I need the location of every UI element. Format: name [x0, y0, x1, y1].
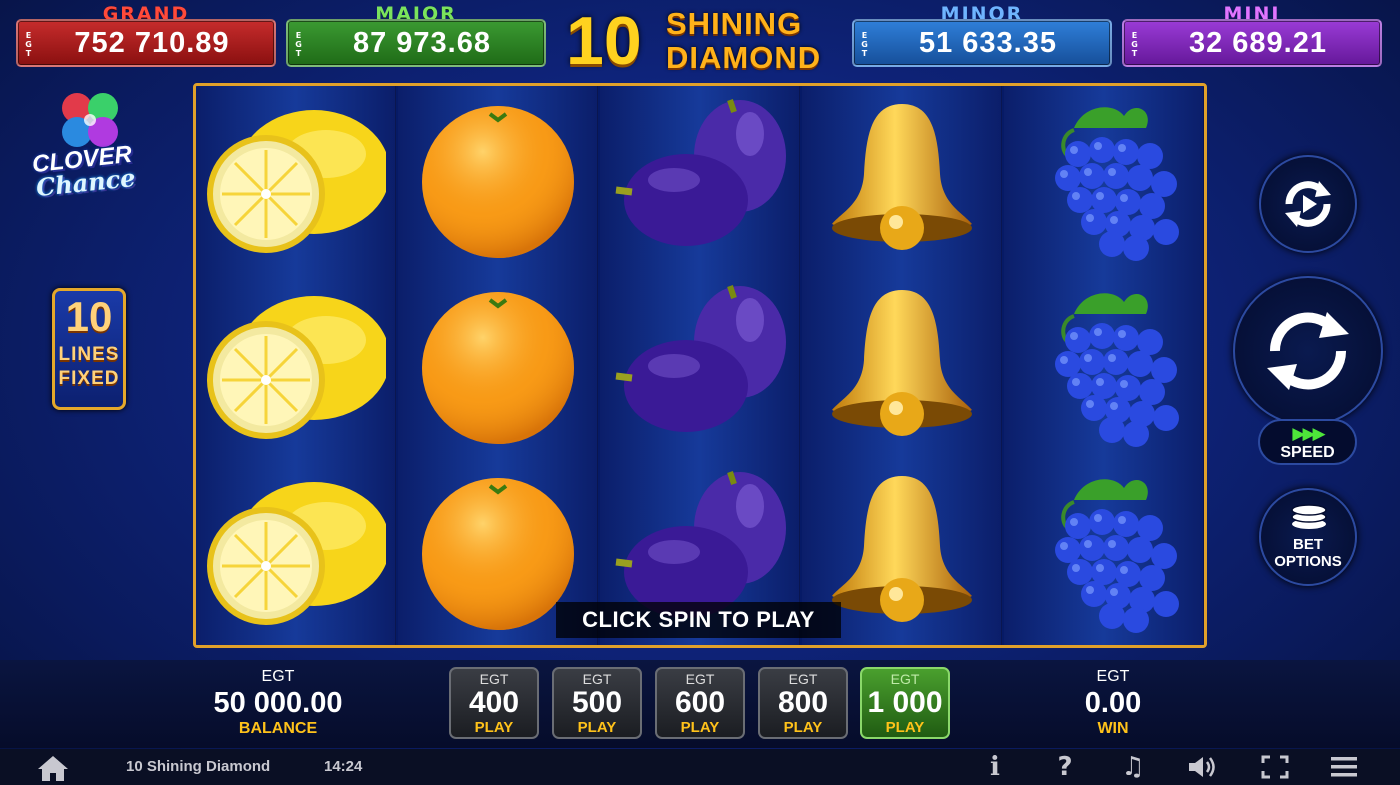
- autoplay-icon: [1285, 181, 1331, 227]
- jackpot-grand: GRAND EGT 752 710.89: [16, 4, 276, 67]
- balance-label: BALANCE: [238, 720, 318, 737]
- bet-600-button[interactable]: EGT 600 PLAY: [655, 667, 745, 739]
- balance-value: 50 000.00: [213, 687, 343, 719]
- jackpot-currency: EGT: [1127, 23, 1139, 65]
- bet-play-label: PLAY: [474, 719, 514, 736]
- win-currency: EGT: [1096, 668, 1130, 685]
- bet-1000-button[interactable]: EGT 1 000 PLAY: [860, 667, 950, 739]
- bet-options-button[interactable]: BET OPTIONS: [1259, 488, 1357, 586]
- clock: 14:24: [324, 758, 363, 775]
- jackpot-value: 752 710.89: [74, 27, 230, 59]
- volume-icon[interactable]: [1186, 753, 1218, 781]
- reel-area[interactable]: [193, 83, 1207, 648]
- bet-label: BET: [1293, 536, 1323, 553]
- bet-value: 800: [777, 686, 829, 719]
- currency-text: EGT: [24, 30, 33, 58]
- lemon-symbol: [196, 272, 396, 458]
- win-display: EGT 0.00 WIN: [1063, 668, 1163, 738]
- fullscreen-icon[interactable]: [1259, 753, 1291, 781]
- lines-count: 10: [65, 293, 113, 340]
- bet-value: 400: [468, 686, 520, 719]
- click-spin-banner: CLICK SPIN TO PLAY: [556, 602, 841, 638]
- game-logo: 10 SHINING DIAMOND: [566, 4, 834, 78]
- lemon-symbol: [196, 458, 396, 644]
- spin-button[interactable]: [1233, 276, 1383, 426]
- help-icon[interactable]: ?: [1049, 753, 1081, 781]
- reel-1: [196, 86, 396, 645]
- speed-label: SPEED: [1280, 444, 1335, 461]
- bell-symbol: [802, 272, 1002, 458]
- jackpot-value: 87 973.68: [352, 27, 491, 59]
- reel-3: [600, 86, 800, 645]
- jackpot-box: EGT 32 689.21: [1122, 19, 1382, 67]
- grapes-symbol: [1004, 86, 1204, 272]
- music-icon[interactable]: ♫: [1117, 753, 1149, 781]
- grapes-symbol: [1004, 272, 1204, 458]
- jackpot-value: 51 633.35: [918, 27, 1057, 59]
- bet-value: 1 000: [867, 686, 943, 719]
- status-bar: 10 Shining Diamond 14:24 i ? ♫: [0, 749, 1400, 785]
- bet-play-label: PLAY: [783, 719, 823, 736]
- bet-options-label: BET OPTIONS: [1261, 536, 1355, 570]
- jackpot-mini: MINI EGT 32 689.21: [1122, 4, 1382, 67]
- logo-word-1: SHINING: [666, 6, 803, 41]
- info-icon[interactable]: i: [979, 753, 1011, 781]
- orange-symbol: [398, 86, 598, 272]
- bet-500-button[interactable]: EGT 500 PLAY: [552, 667, 642, 739]
- reel-2: [398, 86, 598, 645]
- win-value: 0.00: [1084, 687, 1142, 719]
- currency-text: EGT: [294, 30, 303, 58]
- currency-text: EGT: [860, 30, 869, 58]
- reel-5: [1004, 86, 1204, 645]
- bet-value: 500: [571, 686, 623, 719]
- lines-fixed-badge: 10 LINES FIXED: [52, 288, 126, 410]
- jackpot-bar: GRAND EGT 752 710.89 MAJOR EGT 87 973.68…: [0, 0, 1400, 80]
- orange-symbol: [398, 272, 598, 458]
- lemon-symbol: [196, 86, 396, 272]
- jackpot-currency: EGT: [21, 23, 33, 65]
- jackpot-minor: MINOR EGT 51 633.35: [852, 4, 1112, 67]
- autoplay-button[interactable]: [1259, 155, 1357, 253]
- spin-icon: [1267, 312, 1349, 390]
- currency-text: EGT: [1130, 30, 1139, 58]
- balance-display: EGT 50 000.00 BALANCE: [198, 668, 358, 738]
- logo-word-2: DIAMOND: [666, 40, 822, 75]
- bet-value: 600: [674, 686, 726, 719]
- bet-play-label: PLAY: [577, 719, 617, 736]
- jackpot-box: EGT 51 633.35: [852, 19, 1112, 67]
- bet-800-button[interactable]: EGT 800 PLAY: [758, 667, 848, 739]
- game-name: 10 Shining Diamond: [126, 758, 271, 775]
- grapes-symbol: [1004, 458, 1204, 644]
- jackpot-currency: EGT: [291, 23, 303, 65]
- jackpot-currency: EGT: [857, 23, 869, 65]
- bell-symbol: [802, 86, 1002, 272]
- home-icon[interactable]: [36, 754, 70, 782]
- menu-icon[interactable]: [1328, 753, 1360, 781]
- clover-chance-logo: CLOVER Chance: [30, 90, 148, 202]
- jackpot-box: EGT 87 973.68: [286, 19, 546, 67]
- win-label: WIN: [1097, 720, 1129, 737]
- bet-play-label: PLAY: [680, 719, 720, 736]
- speed-arrows-icon: ▶▶▶: [1292, 424, 1325, 444]
- logo-number: 10: [566, 3, 642, 79]
- speed-button[interactable]: ▶▶▶ SPEED: [1258, 419, 1357, 465]
- fixed-label: FIXED: [58, 368, 120, 389]
- reel-4: [802, 86, 1002, 645]
- jackpot-box: EGT 752 710.89: [16, 19, 276, 67]
- options-label: OPTIONS: [1274, 553, 1342, 570]
- bet-400-button[interactable]: EGT 400 PLAY: [449, 667, 539, 739]
- plum-symbol: [600, 86, 800, 272]
- bet-play-label: PLAY: [885, 719, 925, 736]
- lines-label: LINES: [58, 344, 120, 365]
- plum-symbol: [600, 272, 800, 458]
- jackpot-value: 32 689.21: [1188, 27, 1327, 59]
- coins-icon: [1291, 504, 1327, 529]
- jackpot-major: MAJOR EGT 87 973.68: [286, 4, 546, 67]
- balance-currency: EGT: [261, 668, 295, 685]
